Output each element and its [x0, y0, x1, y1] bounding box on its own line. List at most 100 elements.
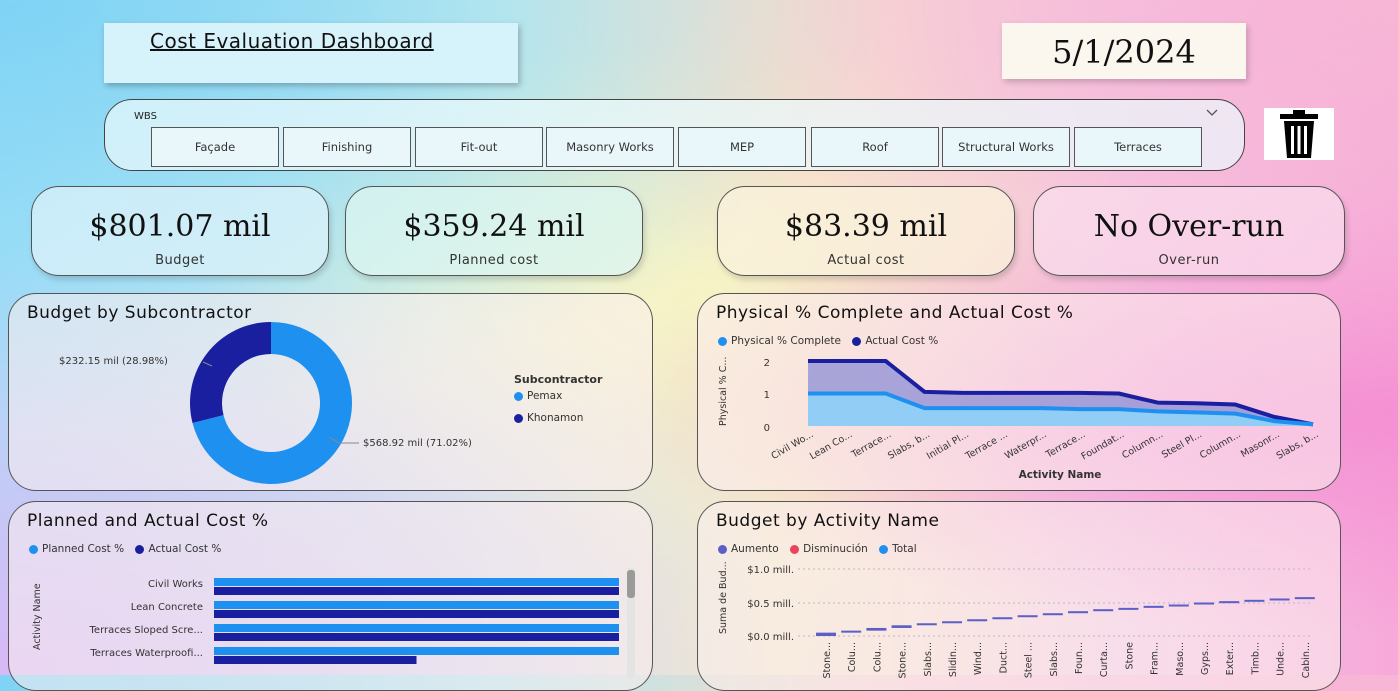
wbs-option-terraces[interactable]: Terraces: [1074, 127, 1202, 167]
waterfall-bar[interactable]: [1269, 598, 1290, 601]
actual-cost-bar[interactable]: [214, 633, 619, 641]
legend-khonamon[interactable]: Khonamon: [527, 412, 583, 424]
waterfall-bar[interactable]: [916, 623, 937, 626]
actual-cost-bar[interactable]: [214, 587, 619, 595]
y-tick: 0: [764, 423, 770, 434]
kpi-budget-card: $801.07 mil Budget: [31, 186, 329, 276]
x-tick-label: Colu...: [847, 642, 858, 672]
wbs-option-mep[interactable]: MEP: [678, 127, 806, 167]
kpi-budget-value: $801.07 mil: [89, 209, 271, 244]
waterfall-bar[interactable]: [942, 621, 962, 624]
x-tick-label: Fram...: [1150, 642, 1161, 675]
y-tick: $0.5 mill.: [747, 599, 794, 610]
x-tick-label: Stone: [1124, 642, 1135, 670]
waterfall-bar[interactable]: [1093, 609, 1114, 612]
physical-complete-panel: Physical % Complete and Actual Cost % Ph…: [697, 293, 1341, 491]
kpi-budget-label: Budget: [155, 253, 205, 268]
planned-bar-chart: Activity Name Civil Works Lean Concrete Te…: [32, 568, 635, 678]
waterfall-bar[interactable]: [1294, 597, 1315, 600]
x-tick-label: Curta...: [1099, 642, 1110, 677]
waterfall-bar[interactable]: [1068, 611, 1088, 614]
y-axis-label: Physical % C...: [718, 357, 729, 426]
dashboard-title: Cost Evaluation Dashboard: [150, 29, 434, 53]
x-tick-label: Slidin...: [948, 642, 959, 677]
chevron-down-icon[interactable]: [1206, 106, 1218, 120]
wbs-slicer-label: WBS: [134, 111, 157, 122]
wbs-option-facade[interactable]: Façade: [151, 127, 279, 167]
x-tick-label: Slabs, b...: [1275, 429, 1321, 462]
planned-cost-bar[interactable]: [214, 647, 619, 655]
wbs-option-finishing[interactable]: Finishing: [283, 127, 411, 167]
legend-dot-pemax: [514, 391, 523, 401]
kpi-overrun-label: Over-run: [1158, 253, 1220, 268]
x-tick-label: Terrace ...: [963, 429, 1010, 462]
category-label: Civil Works: [148, 579, 203, 590]
x-tick-label: Steel Pl...: [1160, 429, 1204, 461]
category-label: Lean Concrete: [131, 602, 203, 613]
x-tick-label: Lean Co...: [808, 429, 854, 462]
budget-by-activity-panel: Budget by Activity Name Aumento Disminuc…: [697, 501, 1341, 691]
actual-cost-bar[interactable]: [214, 656, 417, 664]
wbs-slicer: WBS Façade Finishing Fit-out Masonry Wor…: [104, 99, 1245, 171]
waterfall-bar[interactable]: [866, 627, 887, 631]
wbs-option-masonry-works[interactable]: Masonry Works: [546, 127, 674, 167]
waterfall-bar[interactable]: [816, 632, 836, 636]
category-label: Terraces Waterproofi...: [89, 648, 203, 659]
kpi-actual-value: $83.39 mil: [784, 209, 948, 244]
y-axis-label: Activity Name: [32, 583, 43, 650]
actual-cost-bar[interactable]: [214, 610, 619, 618]
waterfall-bar[interactable]: [1168, 604, 1189, 607]
waterfall-bar[interactable]: [841, 630, 862, 633]
x-tick-label: Foun...: [1074, 642, 1085, 674]
planned-actual-panel: Planned and Actual Cost % Planned Cost %…: [8, 501, 653, 691]
planned-cost-bar[interactable]: [214, 578, 619, 586]
legend-dot-khonamon: [514, 413, 523, 423]
x-tick-label: Foundat...: [1080, 429, 1127, 462]
planned-cost-bar[interactable]: [214, 624, 619, 632]
x-tick-label: Stone...: [898, 642, 909, 679]
wbs-option-fit-out[interactable]: Fit-out: [415, 127, 543, 167]
waterfall-bar[interactable]: [1244, 599, 1265, 602]
donut-label-pemax: $568.92 mil (71.02%): [363, 438, 472, 449]
category-label: Terraces Sloped Scre...: [89, 625, 203, 636]
x-tick-label: Colu...: [872, 642, 883, 672]
clear-filters-button[interactable]: [1264, 108, 1334, 160]
y-tick: $1.0 mill.: [747, 565, 794, 576]
x-axis-label: Activity Name: [1019, 469, 1102, 481]
x-tick-label: Slabs...: [923, 642, 934, 677]
x-tick-label: Steel ...: [1024, 642, 1035, 678]
legend-title: Subcontractor: [514, 373, 603, 386]
waterfall-bar[interactable]: [1194, 602, 1214, 605]
waterfall-bar[interactable]: [1017, 615, 1038, 618]
donut-label-khonamon: $232.15 mil (28.98%): [59, 356, 168, 367]
x-tick-label: Stone...: [822, 642, 833, 679]
waterfall-bar[interactable]: [992, 617, 1013, 620]
x-tick-label: Waterpr...: [1003, 429, 1049, 462]
donut-slice-khonamon[interactable]: [190, 322, 271, 424]
trash-icon: [1280, 110, 1318, 158]
waterfall-bar[interactable]: [967, 619, 988, 622]
physical-area-chart: Physical % C... 2 1 0 Civil Wo...Lean Co…: [718, 357, 1321, 481]
kpi-actual-card: $83.39 mil Actual cost: [717, 186, 1015, 276]
budget-by-subcontractor-panel: Budget by Subcontractor $232.15 mil (28.…: [8, 293, 653, 491]
scrollbar-thumb[interactable]: [627, 570, 635, 598]
kpi-planned-card: $359.24 mil Planned cost: [345, 186, 643, 276]
kpi-actual-label: Actual cost: [827, 253, 905, 268]
x-tick-label: Gyps...: [1200, 642, 1211, 675]
waterfall-bar[interactable]: [1042, 613, 1063, 616]
wbs-option-structural-works[interactable]: Structural Works: [942, 127, 1070, 167]
legend-pemax[interactable]: Pemax: [527, 390, 562, 402]
x-tick-label: Unde...: [1276, 642, 1287, 676]
x-tick-label: Maso...: [1175, 642, 1186, 676]
wbs-option-roof[interactable]: Roof: [811, 127, 939, 167]
x-tick-label: Slabs...: [1049, 642, 1060, 677]
waterfall-bar[interactable]: [1219, 601, 1240, 604]
y-axis-label: Suma de Bud...: [718, 561, 729, 634]
subcontractor-legend: Subcontractor Pemax Khonamon: [514, 373, 602, 424]
waterfall-bar[interactable]: [1118, 607, 1139, 610]
x-tick-label: Wind...: [973, 642, 984, 675]
planned-cost-bar[interactable]: [214, 601, 619, 609]
y-tick: 2: [764, 358, 770, 369]
waterfall-bar[interactable]: [1143, 605, 1164, 608]
waterfall-bar[interactable]: [891, 625, 912, 628]
